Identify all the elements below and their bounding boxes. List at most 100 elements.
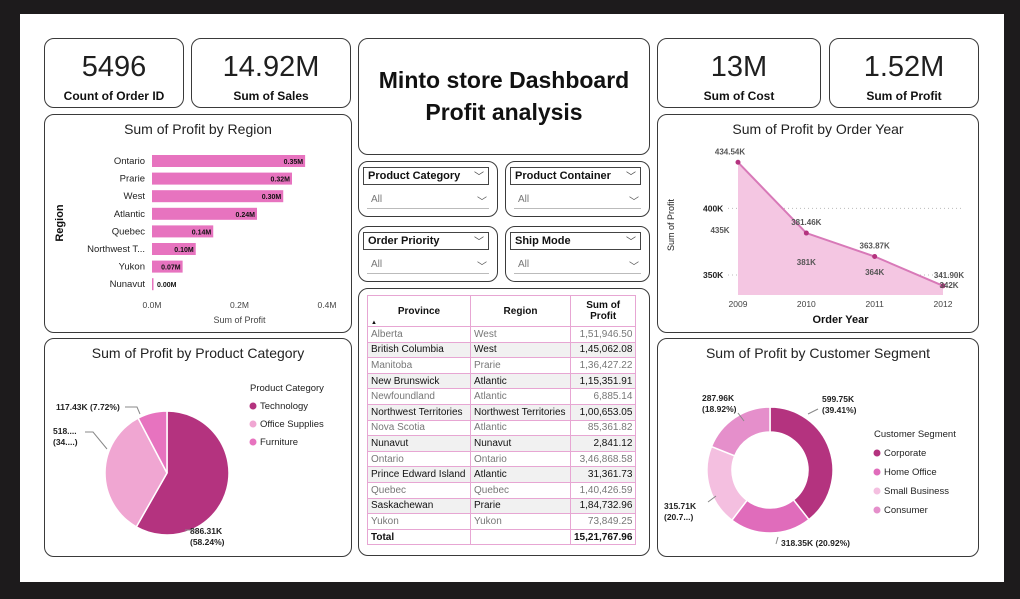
x-axis-label: Sum of Profit bbox=[213, 315, 266, 325]
x-tick-label: 0.0M bbox=[143, 300, 162, 310]
slice-data-label: 287.96K bbox=[702, 393, 735, 403]
product-category-pie-card[interactable]: Sum of Profit by Product Category Produc… bbox=[44, 338, 352, 557]
column-header-province[interactable]: Province ▲ bbox=[367, 295, 471, 327]
chevron-down-icon[interactable]: ﹀ bbox=[629, 193, 639, 208]
slicer-dropdown[interactable]: All ﹀ bbox=[514, 191, 641, 209]
legend-marker bbox=[873, 449, 881, 457]
kpi-card-cost[interactable]: 13M Sum of Cost bbox=[657, 38, 821, 108]
kpi-card-sales[interactable]: 14.92M Sum of Sales bbox=[191, 38, 351, 108]
table-row[interactable]: Yukon Yukon 73,849.25 bbox=[367, 513, 637, 530]
kpi-value: 1.52M bbox=[863, 51, 945, 83]
chevron-down-icon[interactable]: ﹀ bbox=[474, 168, 484, 183]
chevron-down-icon[interactable]: ﹀ bbox=[626, 233, 636, 248]
product-category-pie-chart[interactable]: Product Category Technology Office Supplie… bbox=[45, 339, 353, 558]
total-region bbox=[470, 528, 571, 546]
bar-Ontario bbox=[152, 155, 306, 167]
chevron-down-icon[interactable]: ﹀ bbox=[477, 258, 487, 273]
region-bar-chart-card[interactable]: Sum of Profit by Region Ontario 0.35M Prar… bbox=[44, 114, 352, 333]
slicer-ship-mode[interactable]: Ship Mode ﹀ All ﹀ bbox=[505, 226, 650, 282]
table-row[interactable]: Nova Scotia Atlantic 85,361.82 bbox=[367, 419, 637, 437]
bar-category-label: Atlantic bbox=[114, 209, 145, 220]
cell-province: Prince Edward Island bbox=[367, 466, 471, 483]
cell-profit: 73,849.25 bbox=[569, 513, 637, 530]
customer-segment-donut-chart[interactable]: Customer Segment Corporate Home Office Smal… bbox=[658, 339, 980, 558]
table-row[interactable]: Prince Edward Island Atlantic 31,361.73 bbox=[367, 466, 637, 483]
table-row[interactable]: Saskachewan Prarie 1,84,732.96 bbox=[367, 497, 637, 515]
table-row[interactable]: British Columbia West 1,45,062.08 bbox=[367, 341, 637, 359]
cell-province: Newfoundland bbox=[367, 388, 471, 405]
slicer-product-category[interactable]: Product Category ﹀ All ﹀ bbox=[358, 161, 498, 217]
column-header-region[interactable]: Region bbox=[470, 295, 571, 327]
table-row[interactable]: Alberta West 1,51,946.50 bbox=[367, 326, 637, 343]
slicer-dropdown[interactable]: All ﹀ bbox=[514, 256, 641, 274]
data-point bbox=[803, 230, 809, 236]
table-header-row: Province ▲ Region Sum of Profit bbox=[367, 295, 637, 327]
slicer-label[interactable]: Product Container ﹀ bbox=[510, 167, 641, 185]
table-row[interactable]: Manitoba Prarie 1,36,427.22 bbox=[367, 357, 637, 374]
order-year-area-chart[interactable]: 350K 400K 434.54K 381.46K 363.87K 341.90K 435K… bbox=[658, 115, 980, 334]
slicer-product-container[interactable]: Product Container ﹀ All ﹀ bbox=[505, 161, 650, 217]
point-data-label: 381.46K bbox=[791, 218, 821, 227]
x-tick-label: 2012 bbox=[934, 299, 953, 309]
slicer-label[interactable]: Product Category ﹀ bbox=[363, 167, 489, 185]
kpi-label: Count of Order ID bbox=[63, 89, 165, 103]
secondary-data-label: 435K bbox=[710, 226, 729, 235]
chevron-down-icon[interactable]: ﹀ bbox=[626, 168, 636, 183]
province-table-card[interactable]: Province ▲ Region Sum of Profit Alberta W… bbox=[358, 288, 650, 556]
cell-region: Yukon bbox=[470, 513, 571, 530]
cell-profit: 31,361.73 bbox=[569, 466, 637, 483]
slice-data-label: 886.31K bbox=[190, 526, 223, 536]
customer-segment-donut-card[interactable]: Sum of Profit by Customer Segment Custom… bbox=[657, 338, 979, 557]
slicer-title: Product Category bbox=[368, 170, 461, 182]
province-table[interactable]: Province ▲ Region Sum of Profit Alberta W… bbox=[367, 295, 637, 546]
column-header-profit[interactable]: Sum of Profit bbox=[569, 295, 637, 327]
chevron-down-icon[interactable]: ﹀ bbox=[477, 193, 487, 208]
cell-profit: 1,40,426.59 bbox=[569, 481, 637, 499]
cell-region: Atlantic bbox=[470, 466, 571, 483]
slice-data-label: 318.35K (20.92%) bbox=[781, 538, 850, 548]
leader-line bbox=[85, 431, 108, 450]
bar-data-label: 0.35M bbox=[284, 159, 304, 166]
table-row[interactable]: Ontario Ontario 3,46,868.58 bbox=[367, 450, 637, 468]
cell-profit: 3,46,868.58 bbox=[569, 450, 637, 468]
cell-region: Nunavut bbox=[470, 435, 571, 452]
slice-data-label: 518.... bbox=[53, 426, 77, 436]
slicer-label[interactable]: Ship Mode ﹀ bbox=[510, 232, 641, 250]
cell-region: West bbox=[470, 341, 571, 359]
table-row[interactable]: Northwest Territories Northwest Territori… bbox=[367, 403, 637, 421]
slicer-title: Product Container bbox=[515, 170, 611, 182]
leader-line bbox=[775, 536, 779, 545]
slicer-value: All bbox=[371, 194, 383, 205]
table-row[interactable]: Newfoundland Atlantic 6,885.14 bbox=[367, 388, 637, 405]
slicer-dropdown[interactable]: All ﹀ bbox=[367, 191, 489, 209]
table-body: Alberta West 1,51,946.50 British Columbia We… bbox=[367, 326, 637, 546]
x-tick-label: 0.4M bbox=[318, 300, 337, 310]
order-year-chart-card[interactable]: Sum of Profit by Order Year 350K 400K 434.… bbox=[657, 114, 979, 333]
leader-line bbox=[807, 408, 819, 415]
table-row[interactable]: New Brunswick Atlantic 1,15,351.91 bbox=[367, 372, 637, 390]
dashboard-canvas: 5496 Count of Order ID 14.92M Sum of Sal… bbox=[20, 14, 1004, 582]
cell-province: Nunavut bbox=[367, 435, 471, 452]
sort-ascending-icon[interactable]: ▲ bbox=[371, 320, 377, 326]
slicer-label[interactable]: Order Priority ﹀ bbox=[363, 232, 489, 250]
kpi-value: 5496 bbox=[81, 51, 147, 83]
slicer-dropdown[interactable]: All ﹀ bbox=[367, 256, 489, 274]
region-bar-chart[interactable]: Ontario 0.35M Prarie 0.32M West 0.30M Atlantic… bbox=[45, 115, 353, 334]
bar-data-label: 0.24M bbox=[236, 212, 256, 219]
table-row[interactable]: Quebec Quebec 1,40,426.59 bbox=[367, 481, 637, 499]
table-row[interactable]: Nunavut Nunavut 2,841.12 bbox=[367, 435, 637, 452]
kpi-card-orders[interactable]: 5496 Count of Order ID bbox=[44, 38, 184, 108]
kpi-card-profit[interactable]: 1.52M Sum of Profit bbox=[829, 38, 979, 108]
chevron-down-icon[interactable]: ﹀ bbox=[629, 258, 639, 273]
chevron-down-icon[interactable]: ﹀ bbox=[474, 233, 484, 248]
point-data-label: 363.87K bbox=[860, 242, 890, 251]
legend-marker bbox=[249, 438, 257, 446]
dashboard-subtitle: Profit analysis bbox=[425, 99, 583, 125]
legend-item: Small Business bbox=[884, 486, 949, 497]
slicer-order-priority[interactable]: Order Priority ﹀ All ﹀ bbox=[358, 226, 498, 282]
legend-item: Consumer bbox=[884, 505, 928, 516]
bar-category-label: West bbox=[124, 191, 146, 202]
slice-data-label: (58.24%) bbox=[190, 537, 225, 547]
slicer-value: All bbox=[371, 259, 383, 270]
x-axis-label: Order Year bbox=[812, 314, 869, 326]
